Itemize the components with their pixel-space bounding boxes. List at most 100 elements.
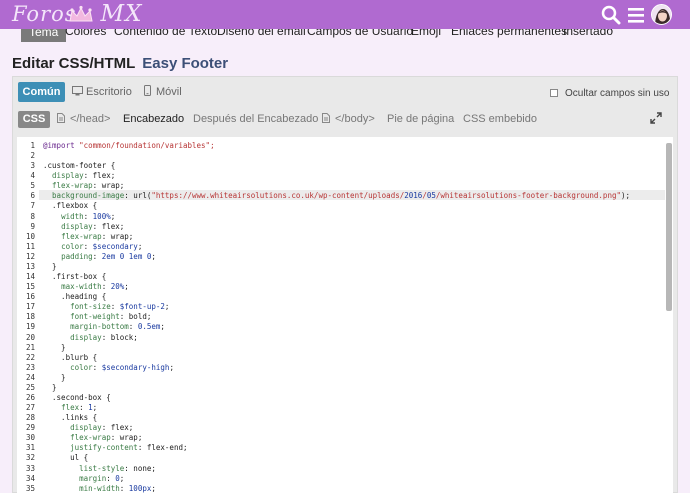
- line-number: 16: [25, 292, 35, 302]
- line-number: 32: [25, 453, 35, 463]
- tab-emoji[interactable]: Emoji: [411, 29, 441, 38]
- line-number: 13: [25, 261, 35, 271]
- line-number: 25: [25, 382, 35, 392]
- line-number: 26: [25, 393, 35, 402]
- code-line: display: flex;: [61, 221, 125, 231]
- line-number: 7: [30, 201, 35, 211]
- common-mode-button[interactable]: Común: [18, 82, 65, 102]
- code-line: padding: 2em 0 1em 0;: [61, 251, 156, 261]
- line-number: 30: [25, 433, 35, 443]
- hide-unused-fields-toggle[interactable]: Ocultar campos sin uso: [550, 88, 670, 99]
- line-number: 5: [30, 181, 35, 191]
- code-line: .first-box {: [43, 272, 107, 282]
- tab-contenido-texto[interactable]: Contenido de Texto: [114, 29, 217, 38]
- tab-enlaces-permanentes[interactable]: Enlaces permanentes: [451, 29, 567, 38]
- mobile-icon: [144, 85, 151, 96]
- line-number: 35: [25, 483, 35, 493]
- tab-tema[interactable]: Tema: [21, 29, 67, 42]
- tab-body[interactable]: </body>: [322, 111, 375, 128]
- line-number: 4: [30, 171, 35, 181]
- code-line: font-size: $font-up-2;: [70, 302, 170, 312]
- code-line: margin-bottom: 0.5em;: [70, 322, 165, 332]
- line-number: 33: [25, 463, 35, 473]
- code-line: }: [43, 261, 57, 271]
- code-line: margin: 0;: [79, 473, 125, 483]
- line-number: 24: [25, 372, 35, 382]
- search-icon[interactable]: [601, 5, 621, 25]
- code-line: .second-box {: [43, 393, 111, 402]
- code-line: font-weight: bold;: [70, 312, 152, 322]
- logo-text-mx: MX: [100, 1, 143, 27]
- line-number: 11: [25, 241, 35, 251]
- code-line: @import "common/foundation/variables";: [43, 141, 215, 150]
- line-number: 31: [25, 443, 35, 453]
- code-line: display: flex;: [70, 423, 134, 433]
- line-number: 3: [30, 161, 35, 171]
- line-number: 18: [25, 312, 35, 322]
- tab-after-header[interactable]: Después del Encabezado: [193, 111, 318, 128]
- line-number: 21: [25, 342, 35, 352]
- line-number: 34: [25, 473, 35, 483]
- avatar-image: [652, 5, 671, 24]
- line-number: 28: [25, 413, 35, 423]
- crown-icon: [69, 5, 93, 22]
- desktop-mode-label: Escritorio: [86, 86, 132, 98]
- code-line: }: [43, 342, 66, 352]
- code-line: max-width: 20%;: [61, 282, 129, 292]
- mobile-mode-button[interactable]: Móvil: [144, 82, 182, 102]
- page-title-text: Editar CSS/HTML: [12, 55, 136, 72]
- line-number: 20: [25, 332, 35, 342]
- hide-unused-checkbox[interactable]: [550, 89, 558, 97]
- tab-css[interactable]: CSS: [18, 111, 50, 128]
- tab-footer[interactable]: Pie de página: [387, 111, 454, 128]
- line-number: 22: [25, 352, 35, 362]
- code-line: }: [43, 372, 66, 382]
- code-line: background-image: url("https://www.white…: [52, 191, 631, 201]
- code-line: flex-wrap: wrap;: [52, 181, 125, 191]
- line-number: 23: [25, 362, 35, 372]
- tab-campos-usuario[interactable]: Campos de Usuario: [307, 29, 413, 38]
- code-line: flex: 1;: [61, 403, 98, 413]
- file-icon: [57, 113, 65, 123]
- hamburger-menu-icon[interactable]: [627, 5, 645, 25]
- code-line: .custom-footer {: [43, 161, 116, 171]
- tab-colores[interactable]: Colores: [65, 29, 106, 38]
- line-number: 2: [30, 151, 35, 161]
- site-header: Foros MX: [0, 0, 690, 29]
- theme-name-link[interactable]: Easy Footer: [142, 55, 228, 72]
- code-editor[interactable]: 1 @import "common/foundation/variables"; 2…: [17, 137, 673, 493]
- line-number: 10: [25, 231, 35, 241]
- code-line: .flexbox {: [43, 201, 98, 211]
- desktop-mode-button[interactable]: Escritorio: [72, 82, 132, 102]
- code-line: .heading {: [43, 292, 107, 302]
- tab-head-label: </head>: [70, 113, 111, 125]
- code-line: min-width: 100px;: [79, 483, 156, 493]
- code-line: color: $secondary-high;: [70, 362, 174, 372]
- editor-scrollbar-thumb[interactable]: [666, 143, 672, 311]
- tab-header[interactable]: Encabezado: [123, 111, 184, 128]
- line-number: 15: [25, 282, 35, 292]
- code-line: color: $secondary;: [61, 241, 143, 251]
- user-avatar[interactable]: [651, 4, 672, 25]
- expand-icon[interactable]: [650, 112, 662, 124]
- monitor-icon: [72, 86, 83, 96]
- page-title: Editar CSS/HTML Easy Footer: [12, 55, 228, 72]
- code-line: .links {: [43, 413, 98, 423]
- tab-embedded-css[interactable]: CSS embebido: [463, 111, 537, 128]
- line-number: 12: [25, 251, 35, 261]
- code-line: list-style: none;: [79, 463, 156, 473]
- line-number: 17: [25, 302, 35, 312]
- tab-head[interactable]: </head>: [57, 111, 110, 128]
- tab-diseno-email[interactable]: Diseño del email: [217, 29, 306, 38]
- tab-insertado[interactable]: Insertado: [563, 29, 613, 38]
- mobile-mode-label: Móvil: [156, 86, 182, 98]
- line-number: 27: [25, 403, 35, 413]
- code-line: display: flex;: [52, 171, 116, 181]
- line-number: 29: [25, 423, 35, 433]
- line-number: 9: [30, 221, 35, 231]
- code-line: .blurb {: [43, 352, 98, 362]
- tab-body-label: </body>: [335, 113, 375, 125]
- code-line: width: 100%;: [61, 211, 116, 221]
- line-number: 6: [30, 191, 35, 201]
- line-number: 14: [25, 272, 35, 282]
